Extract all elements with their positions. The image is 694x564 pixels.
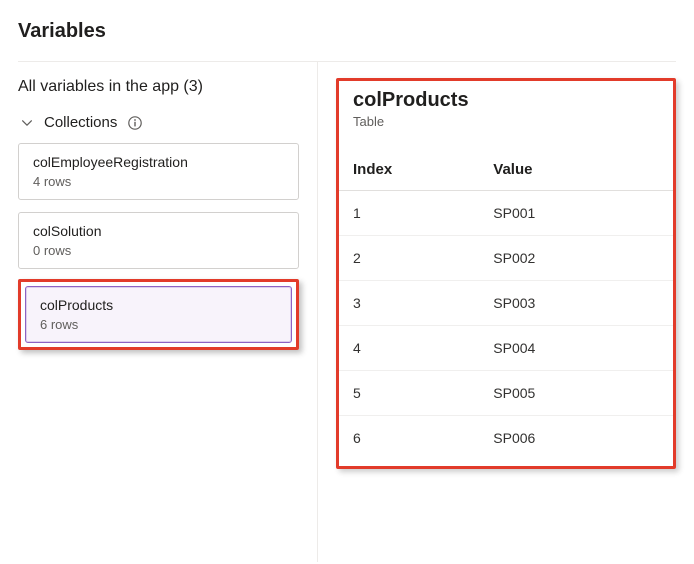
detail-highlight-annotation: colProducts Table Index Value 1 SP001 — [336, 78, 676, 469]
cell-value: SP006 — [479, 416, 673, 461]
cell-value: SP001 — [479, 191, 673, 236]
collection-card-sub: 6 rows — [40, 317, 277, 332]
all-variables-subheader: All variables in the app (3) — [18, 78, 299, 96]
detail-type-label: Table — [339, 112, 673, 151]
cell-value: SP003 — [479, 281, 673, 326]
highlight-annotation: colProducts 6 rows — [18, 279, 299, 350]
cell-index: 3 — [339, 281, 479, 326]
table-row[interactable]: 3 SP003 — [339, 281, 673, 326]
col-header-index[interactable]: Index — [339, 151, 479, 191]
cell-index: 5 — [339, 371, 479, 416]
collection-card-title: colSolution — [33, 223, 284, 239]
col-header-value[interactable]: Value — [479, 151, 673, 191]
collection-card-colProducts[interactable]: colProducts 6 rows — [25, 286, 292, 343]
collection-card-sub: 4 rows — [33, 174, 284, 189]
table-row[interactable]: 4 SP004 — [339, 326, 673, 371]
cell-value: SP004 — [479, 326, 673, 371]
detail-table: Index Value 1 SP001 2 SP002 — [339, 151, 673, 460]
collection-card-title: colEmployeeRegistration — [33, 154, 284, 170]
detail-title: colProducts — [339, 89, 673, 112]
cell-index: 2 — [339, 236, 479, 281]
cell-value: SP002 — [479, 236, 673, 281]
variables-sidebar: All variables in the app (3) Collections… — [18, 62, 318, 562]
cell-index: 4 — [339, 326, 479, 371]
collection-card-title: colProducts — [40, 297, 277, 313]
collection-card-sub: 0 rows — [33, 243, 284, 258]
detail-pane: colProducts Table Index Value 1 SP001 — [318, 62, 676, 562]
table-row[interactable]: 2 SP002 — [339, 236, 673, 281]
table-row[interactable]: 6 SP006 — [339, 416, 673, 461]
chevron-down-icon — [20, 116, 34, 130]
collections-label: Collections — [44, 114, 117, 131]
cell-index: 6 — [339, 416, 479, 461]
cell-value: SP005 — [479, 371, 673, 416]
collection-card-colSolution[interactable]: colSolution 0 rows — [18, 212, 299, 269]
table-row[interactable]: 5 SP005 — [339, 371, 673, 416]
info-icon[interactable] — [127, 115, 143, 131]
collection-card-colEmployeeRegistration[interactable]: colEmployeeRegistration 4 rows — [18, 143, 299, 200]
page-title: Variables — [18, 20, 676, 61]
cell-index: 1 — [339, 191, 479, 236]
table-row[interactable]: 1 SP001 — [339, 191, 673, 236]
collections-section-header[interactable]: Collections — [18, 110, 299, 143]
